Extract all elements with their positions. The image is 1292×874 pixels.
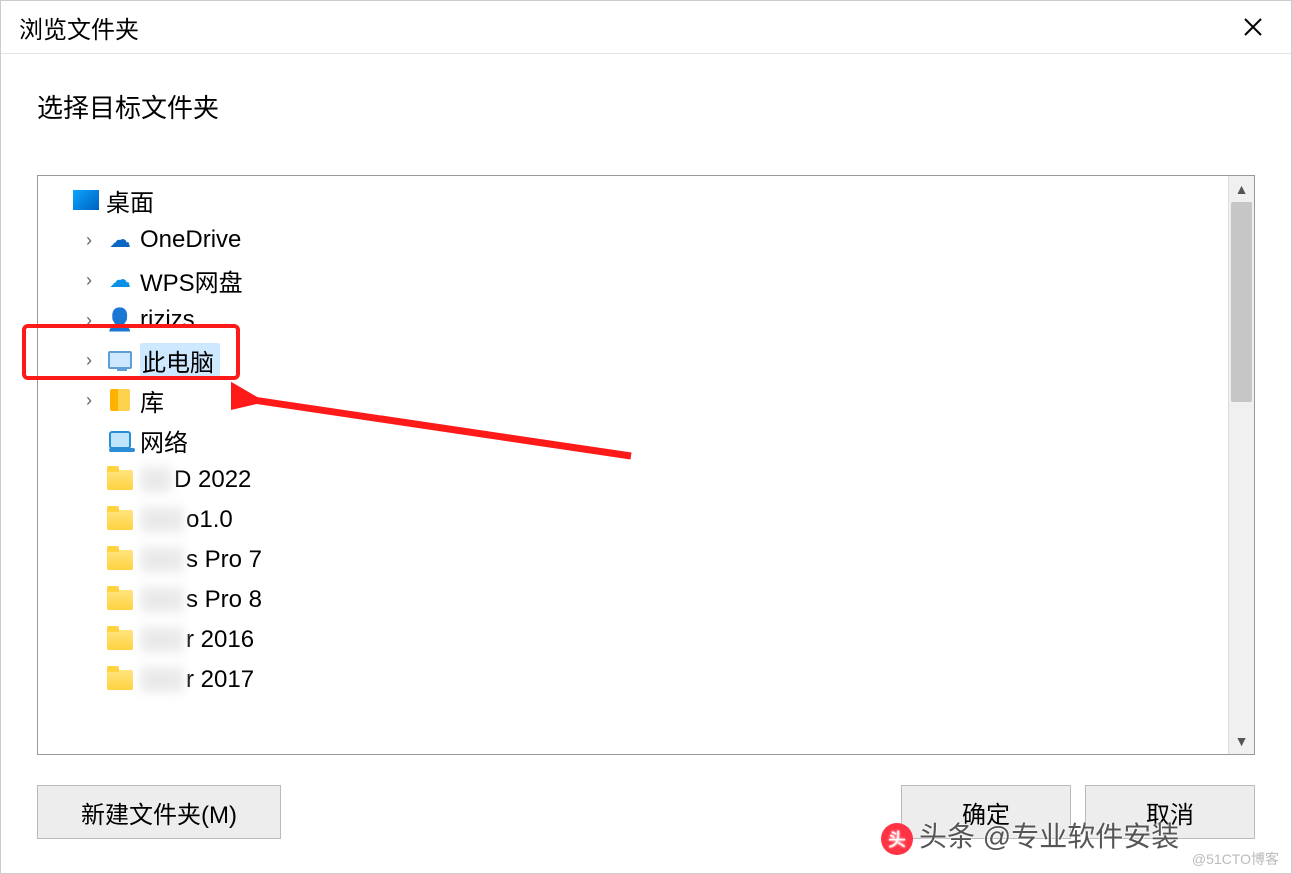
tree-item-label: WPS网盘	[140, 263, 243, 298]
folder-tree-container: 桌面›☁OneDrive›☁WPS网盘›👤rizizs›此电脑›库网络xxD 2…	[37, 175, 1255, 755]
expander-icon[interactable]: ›	[78, 350, 100, 371]
tree-item-label: xxxs Pro 8	[140, 586, 262, 614]
tree-item-label: 桌面	[106, 183, 154, 218]
tree-item-label: xxxo1.0	[140, 506, 233, 534]
tree-item-label: xxD 2022	[140, 466, 251, 494]
folder-icon	[106, 548, 134, 572]
tree-item-label: 网络	[140, 423, 188, 458]
scroll-track[interactable]	[1229, 202, 1254, 728]
pc-icon	[106, 348, 134, 372]
cancel-button[interactable]: 取消	[1085, 785, 1255, 839]
instruction-label: 选择目标文件夹	[1, 54, 1291, 141]
tree-item[interactable]: ›库	[38, 380, 1228, 420]
tree-item[interactable]: xxxs Pro 7	[38, 540, 1228, 580]
vertical-scrollbar[interactable]: ▲ ▼	[1228, 176, 1254, 754]
titlebar: 浏览文件夹	[1, 1, 1291, 53]
scroll-down-icon[interactable]: ▼	[1229, 728, 1254, 754]
folder-icon	[106, 588, 134, 612]
expander-icon[interactable]: ›	[78, 270, 100, 291]
scroll-thumb[interactable]	[1231, 202, 1252, 402]
folder-icon	[106, 468, 134, 492]
tree-item-label: xxxr 2017	[140, 666, 254, 694]
tree-item[interactable]: xxxr 2016	[38, 620, 1228, 660]
folder-icon	[106, 628, 134, 652]
tree-item[interactable]: 网络	[38, 420, 1228, 460]
tree-item[interactable]: xxxs Pro 8	[38, 580, 1228, 620]
tree-item[interactable]: › 此电脑	[38, 340, 1228, 380]
expander-icon[interactable]: ›	[78, 310, 100, 331]
tree-item[interactable]: xxxo1.0	[38, 500, 1228, 540]
tree-item-label: 此电脑	[140, 343, 220, 378]
tree-item[interactable]: 桌面	[38, 180, 1228, 220]
close-icon[interactable]	[1233, 7, 1273, 47]
tree-item-label: 库	[140, 383, 164, 418]
browse-folder-dialog: 浏览文件夹 选择目标文件夹 桌面 › ☁OneDrive › ☁WPS网盘 › 👤riziz…	[0, 0, 1292, 874]
tree-item-label: xxxs Pro 7	[140, 546, 262, 574]
library-icon	[106, 388, 134, 412]
new-folder-button[interactable]: 新建文件夹(M)	[37, 785, 281, 839]
dialog-title: 浏览文件夹	[19, 10, 139, 45]
scroll-up-icon[interactable]: ▲	[1229, 176, 1254, 202]
wpscloud-icon: ☁	[106, 268, 134, 292]
tree-item[interactable]: xxxr 2017	[38, 660, 1228, 700]
network-icon	[106, 428, 134, 452]
desktop-icon	[72, 188, 100, 212]
folder-icon	[106, 668, 134, 692]
user-icon: 👤	[106, 308, 134, 332]
folder-tree[interactable]: 桌面›☁OneDrive›☁WPS网盘›👤rizizs›此电脑›库网络xxD 2…	[38, 176, 1228, 754]
tree-item[interactable]: › ☁OneDrive	[38, 220, 1228, 260]
tree-item-label: rizizs	[140, 306, 195, 334]
ok-button[interactable]: 确定	[901, 785, 1071, 839]
tree-item-label: xxxr 2016	[140, 626, 254, 654]
tree-item[interactable]: › 👤rizizs	[38, 300, 1228, 340]
right-button-group: 确定 取消	[901, 785, 1255, 839]
tree-item[interactable]: › ☁WPS网盘	[38, 260, 1228, 300]
tree-item-label: OneDrive	[140, 226, 241, 254]
onedrive-icon: ☁	[106, 228, 134, 252]
folder-icon	[106, 508, 134, 532]
expander-icon[interactable]: ›	[78, 230, 100, 251]
button-row: 新建文件夹(M) 确定 取消	[1, 755, 1291, 873]
expander-icon[interactable]: ›	[78, 390, 100, 411]
tree-item[interactable]: xxD 2022	[38, 460, 1228, 500]
